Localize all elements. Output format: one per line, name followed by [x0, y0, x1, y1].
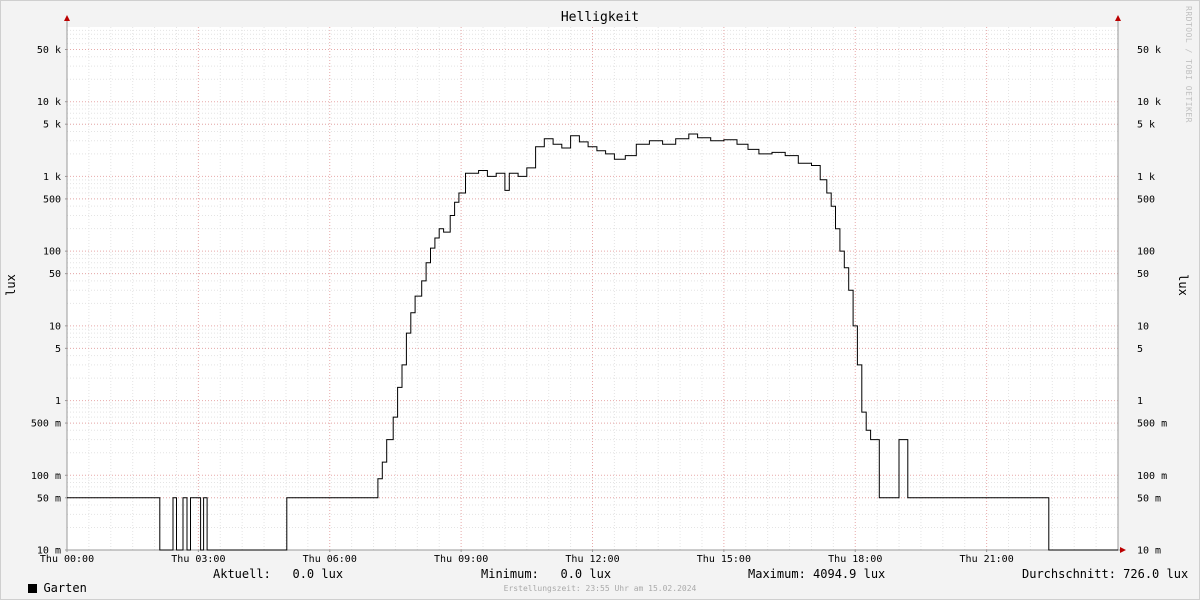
legend-maximum: Maximum: 4094.9 lux: [748, 567, 886, 581]
y-tick-label-left: 1: [55, 396, 61, 407]
y-tick-label-left: 50 m: [37, 493, 61, 504]
x-tick-label: Thu 06:00: [303, 554, 357, 565]
y-tick-label-left: 100: [43, 247, 61, 258]
legend-durchschnitt: Durchschnitt: 726.0 lux: [1022, 567, 1189, 581]
x-tick-label: Thu 09:00: [434, 554, 488, 565]
y-tick-label-right: 50 m: [1137, 493, 1161, 504]
creation-timestamp: Erstellungszeit: 23:55 Uhr am 15.02.2024: [503, 584, 697, 593]
y-tick-label-left: 50 k: [37, 45, 61, 56]
y-tick-label-right: 500 m: [1137, 419, 1167, 430]
chart-title: Helligkeit: [560, 10, 640, 25]
x-tick-label: Thu 18:00: [828, 554, 882, 565]
y-tick-label-left: 500 m: [31, 419, 61, 430]
y-tick-label-right: 10 m: [1137, 546, 1161, 557]
rrdtool-credit: RRDTOOL / TOBI OETIKER: [1184, 6, 1193, 123]
y-tick-label-left: 50: [49, 269, 61, 280]
y-tick-label-right: 5: [1137, 344, 1143, 355]
y-tick-label-left: 5: [55, 344, 61, 355]
y-tick-label-right: 50 k: [1137, 45, 1161, 56]
y-tick-label-right: 1: [1137, 396, 1143, 407]
y-tick-label-right: 10 k: [1137, 97, 1161, 108]
legend-aktuell: Aktuell: 0.0 lux: [213, 567, 344, 581]
y-tick-label-left: 500: [43, 194, 61, 205]
y-tick-label-left: 1 k: [43, 172, 61, 183]
y-axis-label-left: lux: [4, 274, 18, 296]
x-axis-arrow: [1120, 547, 1126, 553]
y-tick-label-right: 100: [1137, 247, 1155, 258]
chart-canvas: 50 k 50 k 10 k 10 k 5 k 5 k 1 k 1 k 500 500 100 100…: [31, 15, 1167, 565]
y-tick-label-right: 5 k: [1137, 120, 1155, 131]
x-tick-label: Thu 12:00: [565, 554, 619, 565]
y-tick-label-right: 50: [1137, 269, 1149, 280]
x-tick-label: Thu 15:00: [697, 554, 751, 565]
y-tick-label-right: 100 m: [1137, 471, 1167, 482]
y-tick-label-right: 500: [1137, 194, 1155, 205]
y-tick-label-left: 5 k: [43, 120, 61, 131]
x-tick-label: Thu 00:00: [40, 554, 94, 565]
x-tick-label: Thu 03:00: [171, 554, 225, 565]
y-tick-label-left: 10 k: [37, 97, 61, 108]
legend-minimum: Minimum: 0.0 lux: [481, 567, 612, 581]
y-tick-label-right: 10: [1137, 321, 1149, 332]
y-tick-label-left: 100 m: [31, 471, 61, 482]
x-tick-label: Thu 21:00: [960, 554, 1014, 565]
y-tick-label-right: 1 k: [1137, 172, 1155, 183]
y-axis-label-right: lux: [1176, 274, 1190, 296]
y-tick-label-left: 10: [49, 321, 61, 332]
